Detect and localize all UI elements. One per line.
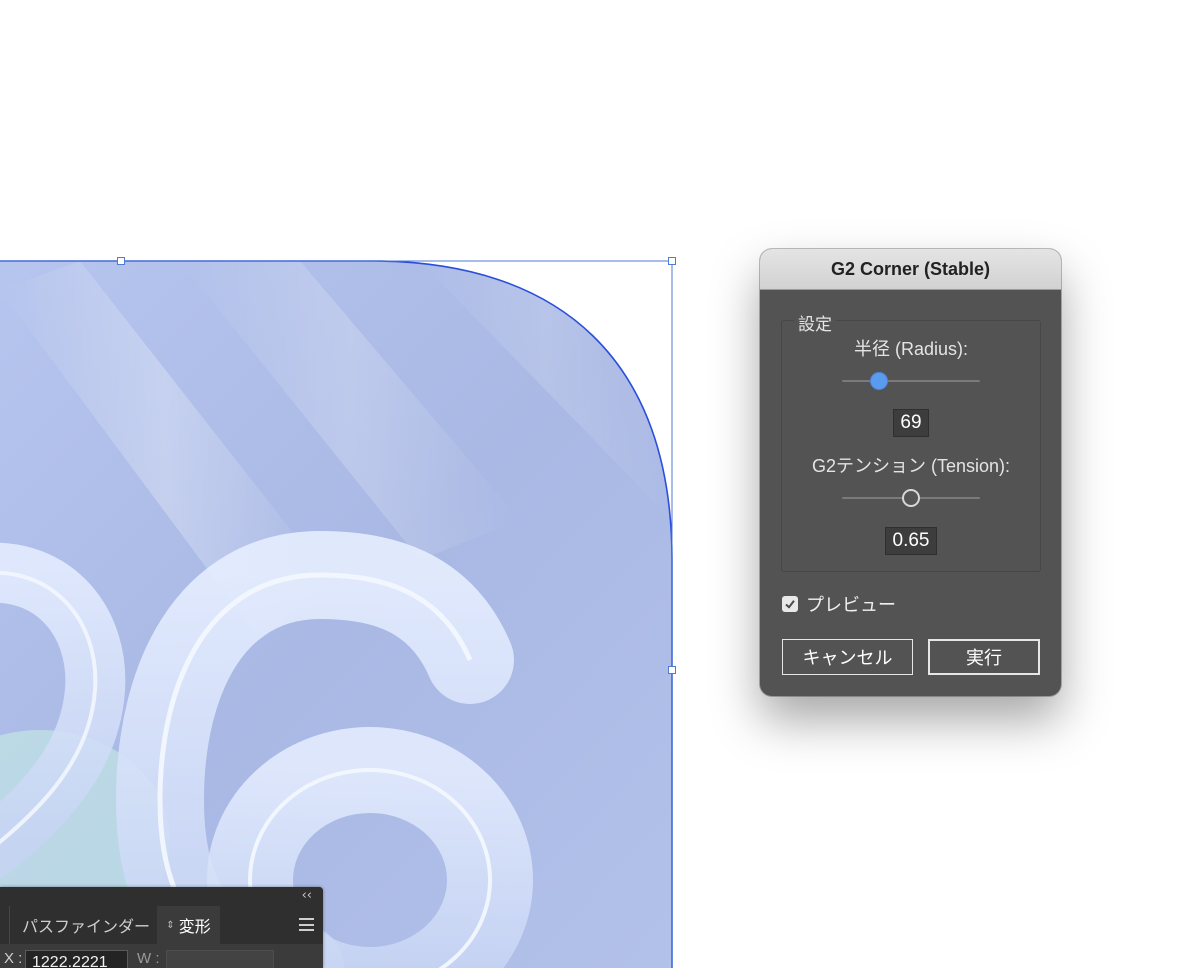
updown-arrows-icon: ⇕ bbox=[166, 919, 175, 931]
panel-fields: X : W : bbox=[0, 944, 323, 968]
dialog-title: G2 Corner (Stable) bbox=[830, 258, 991, 279]
tab-pathfinder[interactable]: パスファインダー bbox=[9, 906, 162, 944]
settings-group-label: 設定 bbox=[794, 310, 836, 335]
panel-tabs: パスファインダー ⇕ 変形 bbox=[0, 906, 323, 944]
radius-slider[interactable] bbox=[842, 371, 980, 391]
bbox-handle[interactable] bbox=[668, 257, 676, 265]
g2-corner-dialog: G2 Corner (Stable) 設定 半径 (Radius): 69 G2… bbox=[760, 249, 1061, 696]
transform-panel: ‹‹ パスファインダー ⇕ 変形 X : W : bbox=[0, 887, 323, 968]
radius-slider-thumb[interactable] bbox=[870, 372, 889, 390]
radius-label: 半径 (Radius): bbox=[853, 339, 969, 359]
x-position-input[interactable] bbox=[25, 950, 128, 968]
tension-slider[interactable] bbox=[842, 488, 980, 508]
illustrator-canvas[interactable]: G2 Corner (Stable) 設定 半径 (Radius): 69 G2… bbox=[0, 0, 1200, 968]
bbox-handle[interactable] bbox=[668, 666, 676, 674]
tab-transform-label: 変形 bbox=[178, 919, 211, 936]
bbox-handle[interactable] bbox=[117, 257, 125, 265]
width-input[interactable] bbox=[166, 950, 274, 968]
tension-slider-thumb[interactable] bbox=[902, 489, 920, 507]
run-button[interactable]: 実行 bbox=[928, 639, 1040, 675]
tension-label: G2テンション (Tension): bbox=[811, 456, 1011, 476]
tab-pathfinder-label: パスファインダー bbox=[22, 919, 151, 936]
w-label: W : bbox=[137, 950, 160, 967]
panel-menu-icon[interactable] bbox=[299, 918, 314, 931]
checkmark-icon bbox=[785, 600, 795, 609]
dialog-titlebar[interactable]: G2 Corner (Stable) bbox=[760, 249, 1061, 290]
tension-value[interactable]: 0.65 bbox=[885, 527, 937, 555]
preview-option[interactable]: プレビュー bbox=[782, 591, 896, 617]
x-label: X : bbox=[4, 950, 23, 967]
settings-group: 設定 半径 (Radius): 69 G2テンション (Tension): 0.… bbox=[781, 310, 1041, 572]
collapse-icon[interactable]: ‹‹ bbox=[302, 888, 312, 903]
tab-transform[interactable]: ⇕ 変形 bbox=[157, 906, 220, 944]
preview-label: プレビュー bbox=[806, 595, 896, 615]
preview-checkbox[interactable] bbox=[782, 596, 798, 612]
cancel-button[interactable]: キャンセル bbox=[782, 639, 913, 675]
panel-topbar[interactable]: ‹‹ bbox=[0, 887, 323, 906]
radius-value[interactable]: 69 bbox=[893, 409, 929, 437]
radius-slider-track[interactable] bbox=[842, 380, 980, 382]
